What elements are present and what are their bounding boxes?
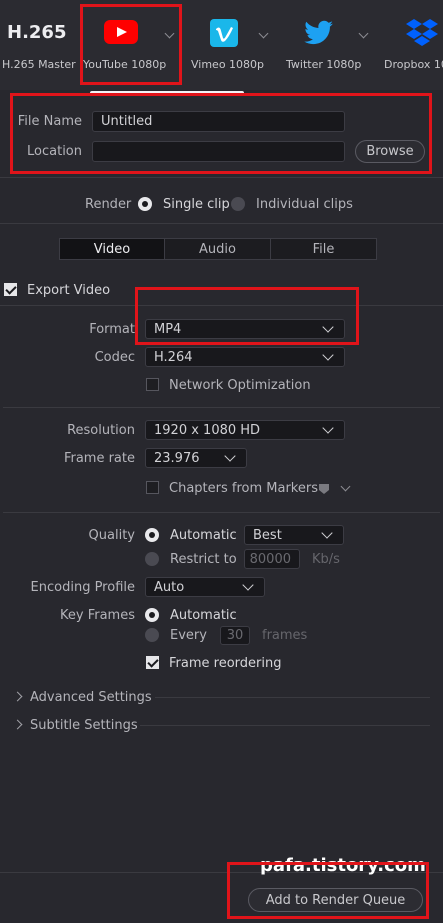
- watermark-text: pafa.tistory.com: [260, 855, 426, 876]
- chevron-down-icon: [322, 321, 334, 333]
- chevron-down-icon: [322, 349, 334, 361]
- codec-select[interactable]: H.264: [145, 347, 345, 367]
- codec-value: H.264: [154, 349, 193, 365]
- chevron-down-icon[interactable]: [358, 28, 369, 39]
- subtitle-settings-label: Subtitle Settings: [30, 718, 138, 733]
- dropbox-icon: [406, 19, 438, 46]
- chevron-down-icon: [242, 579, 254, 591]
- divider: [3, 407, 440, 408]
- twitter-icon: [304, 20, 333, 45]
- bitrate-unit: Kb/s: [312, 552, 340, 567]
- chevron-down-icon: [321, 527, 333, 539]
- chapters-checkbox[interactable]: [146, 481, 159, 494]
- preset-h265-label: H.265 Master: [2, 58, 76, 71]
- render-label: Render: [85, 197, 132, 212]
- frame-rate-value: 23.976: [154, 450, 200, 466]
- divider: [0, 177, 443, 178]
- preset-dropbox-label: Dropbox 10: [384, 58, 443, 71]
- preset-vimeo[interactable]: Vimeo 1080p: [188, 5, 276, 83]
- key-frames-every-input[interactable]: 30: [220, 626, 250, 645]
- file-name-input[interactable]: Untitled: [92, 111, 345, 132]
- frame-rate-label: Frame rate: [63, 451, 135, 466]
- key-frames-every-label[interactable]: Every: [170, 628, 207, 643]
- frame-reordering-label: Frame reordering: [169, 656, 282, 671]
- key-frames-automatic-radio[interactable]: [145, 608, 159, 622]
- preset-twitter[interactable]: Twitter 1080p: [284, 5, 374, 83]
- key-frames-label: Key Frames: [60, 608, 135, 623]
- key-frames-unit: frames: [262, 628, 308, 643]
- resolution-select[interactable]: 1920 x 1080 HD: [145, 420, 345, 440]
- network-optimization-label: Network Optimization: [169, 378, 311, 393]
- encoding-profile-label: Encoding Profile: [30, 580, 135, 595]
- file-name-label: File Name: [17, 114, 82, 129]
- chevron-down-icon: [224, 450, 236, 462]
- bitrate-input[interactable]: 80000: [244, 549, 300, 569]
- add-to-render-queue-button[interactable]: Add to Render Queue: [248, 888, 423, 912]
- divider: [0, 305, 443, 306]
- resolution-label: Resolution: [67, 423, 135, 438]
- tab-audio[interactable]: Audio: [164, 238, 271, 260]
- preset-selected-indicator: [90, 91, 244, 95]
- location-label: Location: [27, 144, 82, 159]
- quality-select[interactable]: Best: [244, 525, 344, 545]
- preset-youtube-label: YouTube 1080p: [83, 58, 167, 71]
- export-video-label: Export Video: [27, 283, 111, 298]
- vimeo-icon: [210, 19, 238, 47]
- network-optimization-checkbox[interactable]: [146, 378, 159, 391]
- tab-video[interactable]: Video: [59, 238, 165, 260]
- preset-twitter-label: Twitter 1080p: [286, 58, 362, 71]
- export-video-checkbox[interactable]: [4, 283, 17, 296]
- single-clip-radio[interactable]: [138, 197, 152, 211]
- tab-file[interactable]: File: [270, 238, 377, 260]
- key-frames-automatic-label[interactable]: Automatic: [170, 608, 237, 623]
- divider: [0, 223, 443, 224]
- chevron-down-icon[interactable]: [164, 28, 175, 39]
- divider: [140, 725, 430, 726]
- chevron-down-icon[interactable]: [258, 28, 269, 39]
- codec-label: Codec: [94, 350, 135, 365]
- individual-clips-radio[interactable]: [231, 197, 245, 211]
- encoding-profile-value: Auto: [154, 579, 185, 595]
- key-frames-every-radio[interactable]: [145, 628, 159, 642]
- quality-automatic-label[interactable]: Automatic: [170, 528, 237, 543]
- browse-button[interactable]: Browse: [355, 140, 425, 163]
- format-label: Format: [89, 322, 135, 337]
- frame-rate-select[interactable]: 23.976: [145, 448, 247, 468]
- chevron-down-icon: [322, 422, 334, 434]
- preset-dropbox[interactable]: Dropbox 10: [380, 5, 443, 83]
- divider: [3, 512, 440, 513]
- subtitle-settings-toggle[interactable]: Subtitle Settings: [12, 716, 434, 734]
- advanced-settings-toggle[interactable]: Advanced Settings: [12, 688, 434, 706]
- preset-youtube[interactable]: YouTube 1080p: [80, 5, 180, 83]
- quality-automatic-radio[interactable]: [145, 528, 159, 542]
- chapters-label: Chapters from Markers: [169, 481, 318, 496]
- preset-h265-title: H.265: [7, 22, 67, 43]
- chevron-down-icon[interactable]: [340, 481, 351, 492]
- single-clip-label[interactable]: Single clip: [163, 197, 230, 212]
- quality-value: Best: [253, 527, 282, 543]
- format-select[interactable]: MP4: [145, 319, 345, 339]
- encoding-profile-select[interactable]: Auto: [145, 577, 265, 597]
- preset-vimeo-label: Vimeo 1080p: [191, 58, 265, 71]
- youtube-icon: [104, 20, 138, 44]
- preset-h265[interactable]: H.265 H.265 Master: [0, 0, 76, 82]
- divider: [155, 697, 430, 698]
- individual-clips-label[interactable]: Individual clips: [256, 197, 353, 212]
- marker-icon[interactable]: [318, 483, 330, 495]
- quality-restrict-radio[interactable]: [145, 552, 159, 566]
- format-value: MP4: [154, 321, 182, 337]
- quality-restrict-label[interactable]: Restrict to: [170, 552, 237, 567]
- quality-label: Quality: [88, 528, 135, 543]
- advanced-settings-label: Advanced Settings: [30, 690, 152, 705]
- resolution-value: 1920 x 1080 HD: [154, 422, 261, 438]
- frame-reordering-checkbox[interactable]: [146, 656, 159, 669]
- chevron-right-icon: [12, 691, 23, 702]
- chevron-right-icon: [12, 719, 23, 730]
- location-input[interactable]: [92, 141, 345, 162]
